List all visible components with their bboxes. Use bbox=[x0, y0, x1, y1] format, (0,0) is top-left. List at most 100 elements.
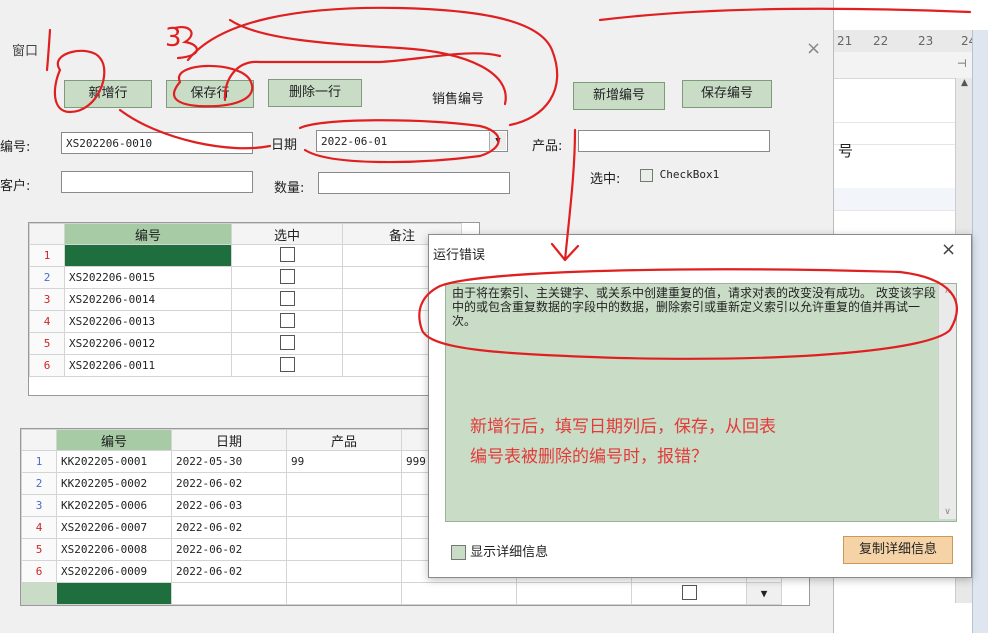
code-cell[interactable]: KK202205-0002 bbox=[56, 472, 172, 495]
background-toolbar: ⊣ bbox=[833, 52, 973, 79]
row-number-header bbox=[21, 429, 57, 451]
date-cell[interactable]: 2022-06-02 bbox=[171, 538, 287, 561]
empty-cell[interactable] bbox=[516, 582, 632, 605]
product-cell[interactable] bbox=[286, 472, 402, 495]
code-input[interactable]: XS202206-0010 bbox=[61, 132, 253, 154]
selected-cell[interactable] bbox=[231, 310, 343, 333]
product-cell[interactable] bbox=[286, 516, 402, 539]
dialog-close-icon[interactable]: × bbox=[941, 239, 956, 260]
scroll-up-icon[interactable]: ▲ bbox=[956, 78, 973, 88]
message-scrollbar[interactable]: ∧ ∨ bbox=[938, 284, 956, 519]
date-cell[interactable]: 2022-06-02 bbox=[171, 472, 287, 495]
selected-label: 选中: bbox=[590, 172, 621, 187]
quantity-label: 数量: bbox=[274, 181, 305, 196]
background-row bbox=[833, 166, 973, 189]
date-cell[interactable] bbox=[171, 582, 287, 605]
background-row bbox=[833, 122, 973, 145]
checkbox-icon[interactable] bbox=[279, 334, 295, 350]
code-cell[interactable]: XS202206-0009 bbox=[56, 560, 172, 583]
code-cell[interactable]: XS202206-0008 bbox=[56, 538, 172, 561]
code-cell[interactable]: XS202206-0013 bbox=[64, 310, 232, 333]
date-cell[interactable]: 2022-06-02 bbox=[171, 516, 287, 539]
table-row[interactable]: 5 XS202206-0012 bbox=[29, 332, 462, 355]
ruler: 21 22 23 24 bbox=[833, 30, 988, 53]
scroll-up-icon[interactable]: ∧ bbox=[939, 284, 956, 296]
date-cell[interactable]: 2022-05-30 bbox=[171, 450, 287, 473]
table-row[interactable]: 6 XS202206-0011 bbox=[29, 354, 462, 377]
top-grid: 编号 选中 备注 1 2 XS202206-0015 3 XS202206-00… bbox=[28, 222, 480, 396]
table-row[interactable]: 4 XS202206-0013 bbox=[29, 310, 462, 333]
product-label: 产品: bbox=[532, 139, 563, 154]
checkbox-icon[interactable] bbox=[279, 312, 295, 328]
checkbox-icon[interactable] bbox=[451, 545, 466, 560]
column-header-product[interactable]: 产品 bbox=[286, 429, 402, 451]
checkbox-icon[interactable] bbox=[279, 268, 295, 284]
checkbox-icon[interactable] bbox=[279, 356, 295, 372]
date-cell[interactable]: 2022-06-03 bbox=[171, 494, 287, 517]
date-combo[interactable]: 2022-06-01 ▼ bbox=[316, 130, 508, 152]
product-cell[interactable] bbox=[286, 538, 402, 561]
row-number-header bbox=[29, 223, 65, 245]
column-header-code[interactable]: 编号 bbox=[56, 429, 172, 451]
table-row[interactable]: 3 XS202206-0014 bbox=[29, 288, 462, 311]
checkbox-icon[interactable] bbox=[640, 168, 653, 182]
window-title: 窗口 bbox=[12, 44, 39, 59]
column-header-selected[interactable]: 选中 bbox=[231, 223, 343, 245]
table-row[interactable]: 1 bbox=[29, 244, 462, 267]
save-row-button[interactable]: 保存行 bbox=[166, 80, 254, 108]
code-cell[interactable]: KK202205-0006 bbox=[56, 494, 172, 517]
checkbox-icon[interactable] bbox=[279, 246, 295, 262]
code-cell[interactable] bbox=[64, 244, 232, 267]
checkbox1-label: CheckBox1 bbox=[659, 168, 720, 181]
quantity-input[interactable] bbox=[318, 172, 510, 194]
checkbox-icon[interactable] bbox=[681, 584, 697, 600]
product-cell[interactable] bbox=[286, 494, 402, 517]
code-cell[interactable]: XS202206-0015 bbox=[64, 266, 232, 289]
selected-cell[interactable] bbox=[231, 288, 343, 311]
add-row-button[interactable]: 新增行 bbox=[64, 80, 152, 108]
row-number: 2 bbox=[29, 266, 65, 289]
dropdown-arrow-icon[interactable]: ▼ bbox=[761, 587, 768, 600]
checkbox1[interactable]: CheckBox1 bbox=[640, 168, 719, 182]
dropdown-cell[interactable]: ▼ bbox=[746, 582, 782, 605]
date-cell[interactable]: 2022-06-02 bbox=[171, 560, 287, 583]
selected-cell[interactable] bbox=[231, 244, 343, 267]
background-text: 号 bbox=[838, 142, 854, 160]
error-message-box[interactable]: 由于将在索引、主关键字、或关系中创建重复的值，请求对表的改变没有成功。 改变该字… bbox=[445, 283, 957, 522]
code-cell[interactable] bbox=[56, 582, 172, 605]
ruler-mark: 23 bbox=[918, 34, 934, 48]
column-header-date[interactable]: 日期 bbox=[171, 429, 287, 451]
table-row[interactable]: 2 XS202206-0015 bbox=[29, 266, 462, 289]
code-cell[interactable]: XS202206-0012 bbox=[64, 332, 232, 355]
row-number: 6 bbox=[29, 354, 65, 377]
show-details-checkbox[interactable]: 显示详细信息 bbox=[451, 541, 548, 560]
window-close-icon[interactable]: × bbox=[806, 38, 821, 59]
save-number-button[interactable]: 保存编号 bbox=[682, 80, 772, 108]
code-cell[interactable]: XS202206-0011 bbox=[64, 354, 232, 377]
add-number-button[interactable]: 新增编号 bbox=[573, 82, 665, 110]
selected-cell[interactable] bbox=[231, 332, 343, 355]
code-cell[interactable]: KK202205-0001 bbox=[56, 450, 172, 473]
product-cell[interactable] bbox=[286, 560, 402, 583]
error-dialog: 运行错误 × 由于将在索引、主关键字、或关系中创建重复的值，请求对表的改变没有成… bbox=[428, 234, 972, 578]
dropdown-arrow-icon[interactable]: ▼ bbox=[489, 132, 506, 150]
code-cell[interactable]: XS202206-0007 bbox=[56, 516, 172, 539]
selected-cell[interactable] bbox=[231, 354, 343, 377]
selected-cell[interactable] bbox=[631, 582, 747, 605]
extra-cell[interactable] bbox=[401, 582, 517, 605]
product-cell[interactable] bbox=[286, 582, 402, 605]
code-cell[interactable]: XS202206-0014 bbox=[64, 288, 232, 311]
column-header-code[interactable]: 编号 bbox=[64, 223, 232, 245]
checkbox-icon[interactable] bbox=[279, 290, 295, 306]
ruler-mark: 22 bbox=[873, 34, 889, 48]
product-input[interactable] bbox=[578, 130, 770, 152]
copy-details-button[interactable]: 复制详细信息 bbox=[843, 536, 953, 564]
customer-input[interactable] bbox=[61, 171, 253, 193]
scroll-down-icon[interactable]: ∨ bbox=[939, 507, 956, 517]
table-row-new[interactable]: ▼ bbox=[21, 582, 782, 605]
selected-cell[interactable] bbox=[231, 266, 343, 289]
product-cell[interactable]: 99 bbox=[286, 450, 402, 473]
delete-row-button[interactable]: 删除一行 bbox=[268, 79, 362, 107]
annotation-note-line2: 编号表被删除的编号时，报错？ bbox=[470, 447, 708, 467]
pin-icon[interactable]: ⊣ bbox=[957, 57, 967, 70]
